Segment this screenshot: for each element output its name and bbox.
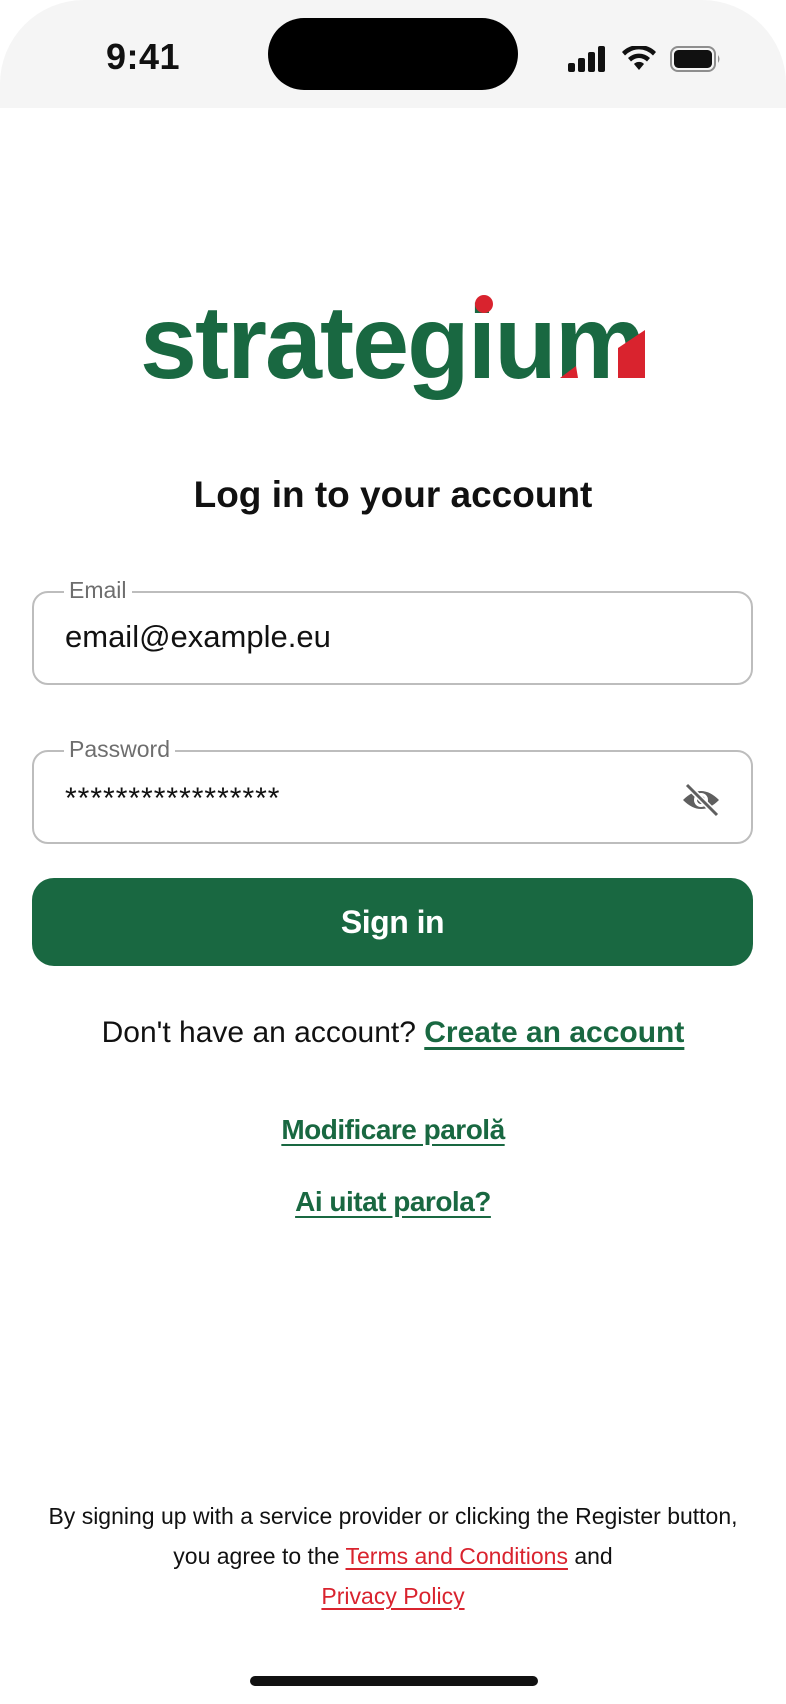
login-screen: 9:41 strategium Log in to your account E… bbox=[0, 0, 786, 1704]
battery-icon bbox=[670, 46, 720, 72]
email-value[interactable]: email@example.eu bbox=[65, 619, 331, 655]
email-label: Email bbox=[64, 577, 132, 604]
sign-in-button[interactable]: Sign in bbox=[32, 878, 753, 966]
signup-prompt-text: Don't have an account? bbox=[101, 1016, 416, 1049]
status-icons bbox=[568, 44, 722, 74]
change-password-row: Modificare parolă bbox=[0, 1114, 786, 1146]
wifi-icon bbox=[622, 46, 656, 70]
strategium-logo: strategium bbox=[140, 290, 646, 401]
svg-text:strategium: strategium bbox=[140, 290, 644, 401]
status-bar: 9:41 bbox=[0, 0, 786, 108]
signal-icon bbox=[568, 46, 605, 72]
password-value[interactable]: ***************** bbox=[65, 782, 280, 816]
home-indicator[interactable] bbox=[250, 1676, 538, 1686]
page-title: Log in to your account bbox=[193, 474, 593, 515]
forgot-password-row: Ai uitat parola? bbox=[0, 1186, 786, 1218]
change-password-link[interactable]: Modificare parolă bbox=[281, 1114, 505, 1145]
eye-off-icon[interactable] bbox=[681, 782, 721, 818]
dynamic-island bbox=[268, 18, 518, 90]
create-account-link[interactable]: Create an account bbox=[424, 1016, 684, 1049]
status-time: 9:41 bbox=[106, 36, 181, 77]
forgot-password-link[interactable]: Ai uitat parola? bbox=[295, 1186, 491, 1217]
signup-prompt: Don't have an account? Create an account bbox=[0, 1016, 786, 1050]
email-field[interactable]: Email email@example.eu bbox=[32, 577, 753, 685]
password-label: Password bbox=[64, 736, 175, 763]
terms-link[interactable]: Terms and Conditions bbox=[346, 1543, 568, 1569]
legal-notice: By signing up with a service provider or… bbox=[40, 1496, 746, 1616]
privacy-link[interactable]: Privacy Policy bbox=[321, 1583, 464, 1609]
password-field[interactable]: Password ***************** bbox=[32, 736, 753, 844]
legal-and: and bbox=[574, 1543, 613, 1569]
